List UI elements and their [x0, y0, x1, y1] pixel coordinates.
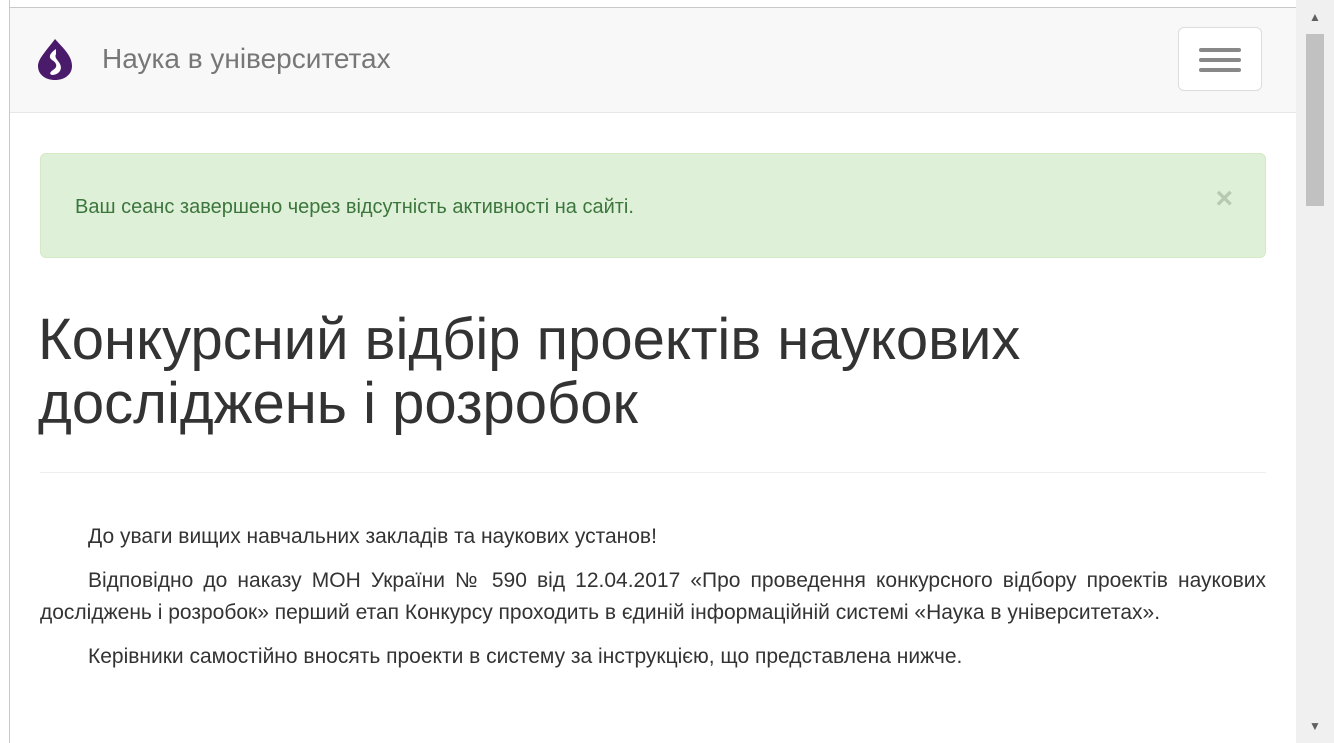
- alert-message: Ваш сеанс завершено через відсутність ак…: [75, 196, 634, 218]
- brand-name: Наука в університетах: [102, 43, 391, 74]
- window-top-border: [0, 0, 1296, 8]
- title-divider: [40, 472, 1266, 473]
- alert-close-button[interactable]: ×: [1215, 184, 1233, 214]
- droplet-logo-icon: [38, 39, 72, 80]
- intro-text: До уваги вищих навчальних закладів та на…: [40, 521, 1266, 685]
- scroll-down-arrow-icon[interactable]: ▼: [1296, 709, 1334, 743]
- page-title-line-1: Конкурсний відбір проектів наукових: [38, 307, 1021, 372]
- page-viewport: Наука в університетах Ваш сеанс завершен…: [10, 8, 1296, 743]
- brand-link[interactable]: Наука в університетах: [36, 24, 391, 94]
- navbar: Наука в університетах: [10, 8, 1296, 113]
- window-left-border: [0, 0, 10, 743]
- paragraph: Керівники самостійно вносять проекти в с…: [88, 645, 963, 668]
- page-title-line-2: досліджень і розробок: [38, 371, 638, 436]
- vertical-scrollbar[interactable]: ▲ ▼: [1296, 0, 1334, 743]
- paragraph: До уваги вищих навчальних закладів та на…: [88, 525, 657, 548]
- scrollbar-thumb[interactable]: [1306, 34, 1324, 206]
- paragraph: Відповідно до наказу МОН України № 590 в…: [40, 569, 1266, 624]
- menu-toggle-button[interactable]: [1178, 27, 1262, 91]
- page-title: Конкурсний відбір проектів наукових досл…: [38, 308, 1278, 436]
- scroll-up-arrow-icon[interactable]: ▲: [1296, 0, 1334, 34]
- session-expired-alert: Ваш сеанс завершено через відсутність ак…: [40, 153, 1266, 258]
